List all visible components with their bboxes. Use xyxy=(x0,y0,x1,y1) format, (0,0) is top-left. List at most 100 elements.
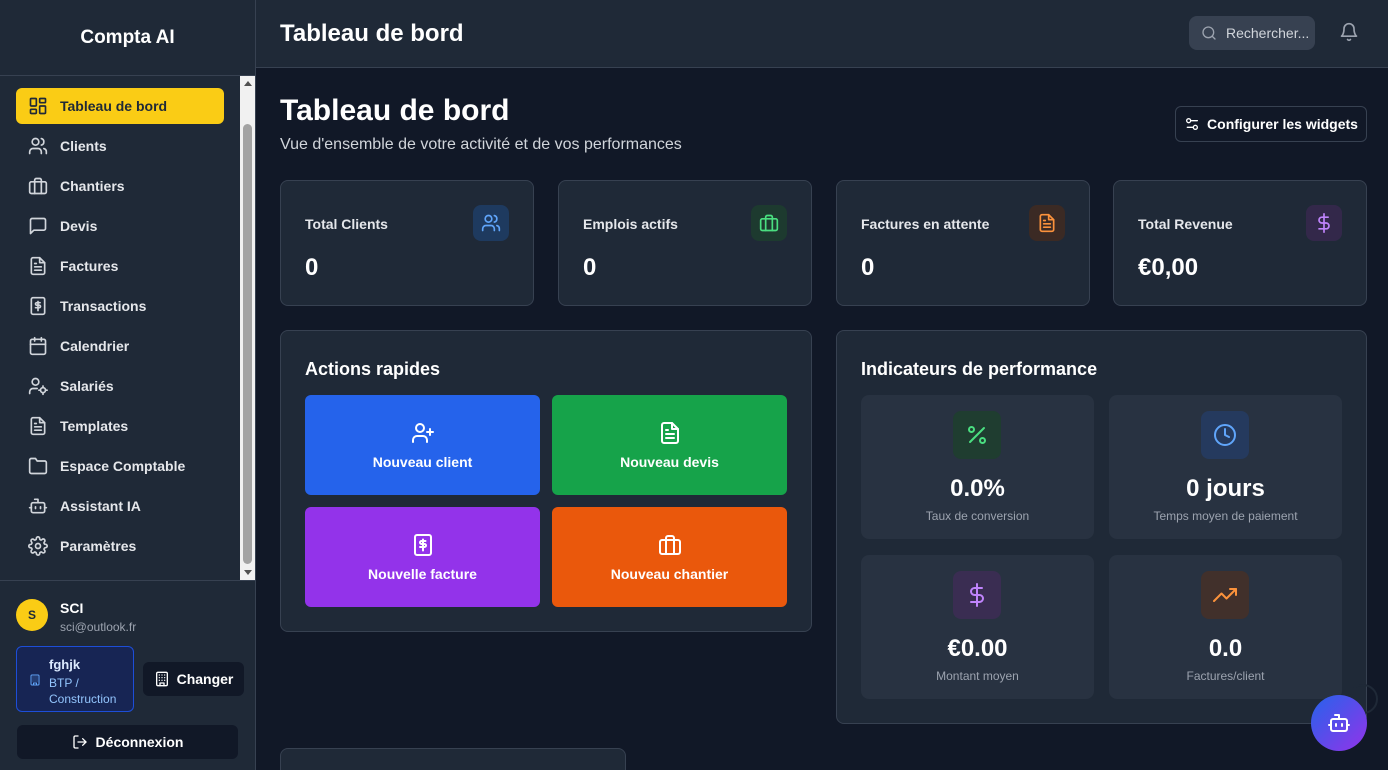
stat-card-clients: Total Clients 0 xyxy=(280,180,534,306)
kpi-icon-box xyxy=(1201,411,1249,459)
sidebar-item-parametres[interactable]: Paramètres xyxy=(16,528,224,564)
kpi-icon-box xyxy=(953,571,1001,619)
sidebar-item-clients[interactable]: Clients xyxy=(16,128,224,164)
stat-value: €0,00 xyxy=(1138,254,1199,281)
building-icon xyxy=(155,671,168,687)
sidebar-item-label: Calendrier xyxy=(60,338,130,354)
page-subtitle: Vue d'ensemble de votre activité et de v… xyxy=(280,136,682,153)
user-email: sci@outlook.fr xyxy=(60,620,137,634)
sidebar-item-label: Clients xyxy=(60,138,107,154)
new-quote-button[interactable]: Nouveau devis xyxy=(552,395,787,495)
sidebar-item-label: Tableau de bord xyxy=(60,98,168,114)
stat-label: Factures en attente xyxy=(861,216,990,232)
sidebar-item-label: Transactions xyxy=(60,298,147,314)
kpi-icon-box xyxy=(953,411,1001,459)
sidebar-item-espace-comptable[interactable]: Espace Comptable xyxy=(16,448,224,484)
new-client-button[interactable]: Nouveau client xyxy=(305,395,540,495)
kpi-label: Temps moyen de paiement xyxy=(1153,509,1298,523)
receipt-icon xyxy=(30,296,46,316)
stat-value: 0 xyxy=(583,254,597,281)
top-bar: Tableau de bord xyxy=(256,0,1388,68)
stat-label: Emplois actifs xyxy=(583,216,678,232)
log-out-icon xyxy=(72,735,87,749)
change-company-button[interactable]: Changer xyxy=(143,662,244,696)
action-label: Nouveau client xyxy=(372,453,473,470)
kpi-value: 0.0% xyxy=(950,475,1005,502)
bot-icon xyxy=(28,498,48,514)
sidebar-item-label: Salariés xyxy=(60,378,114,394)
sidebar-item-calendrier[interactable]: Calendrier xyxy=(16,328,224,364)
sidebar-nav: Tableau de bord Clients Chantiers Devis … xyxy=(0,76,240,580)
sidebar-item-factures[interactable]: Factures xyxy=(16,248,224,284)
sidebar-item-label: Chantiers xyxy=(60,178,125,194)
file-text-icon xyxy=(1039,213,1055,233)
company-card[interactable]: fghjk BTP / Construction xyxy=(16,646,134,712)
company-type: BTP / Construction xyxy=(49,676,117,706)
scroll-up-icon[interactable] xyxy=(240,76,255,91)
file-text-icon xyxy=(30,416,46,436)
scrollbar-thumb[interactable] xyxy=(243,124,252,564)
sidebar-item-label: Assistant IA xyxy=(60,498,141,514)
action-label: Nouveau chantier xyxy=(610,565,729,582)
sidebar-item-label: Devis xyxy=(60,218,98,234)
action-label: Nouveau devis xyxy=(620,453,719,470)
logout-button[interactable]: Déconnexion xyxy=(17,725,238,759)
sidebar-item-templates[interactable]: Templates xyxy=(16,408,224,444)
configure-widgets-label: Configurer les widgets xyxy=(1207,116,1358,132)
user-cog-icon xyxy=(28,377,48,396)
new-site-button[interactable]: Nouveau chantier xyxy=(552,507,787,607)
sidebar-item-devis[interactable]: Devis xyxy=(16,208,224,244)
quick-actions-panel: Actions rapides Nouveau client Nouveau d… xyxy=(280,330,812,632)
briefcase-icon xyxy=(759,214,779,232)
file-text-icon xyxy=(30,256,46,276)
kpi-label: Factures/client xyxy=(1186,669,1265,683)
sidebar-item-label: Factures xyxy=(60,258,119,274)
bottom-card xyxy=(280,748,626,770)
bell-icon[interactable] xyxy=(1339,22,1359,42)
sidebar-item-tableau-de-bord[interactable]: Tableau de bord xyxy=(16,88,224,124)
sidebar-scrollbar[interactable] xyxy=(240,76,255,580)
sliders-icon xyxy=(1186,118,1199,130)
search-input[interactable] xyxy=(1226,25,1310,41)
new-invoice-button[interactable]: Nouvelle facture xyxy=(305,507,540,607)
kpi-label: Taux de conversion xyxy=(925,509,1030,523)
kpi-value: 0.0 xyxy=(1208,635,1243,662)
kpi-value: €0.00 xyxy=(947,635,1008,662)
stat-icon-box xyxy=(473,205,509,241)
assistant-fab-button[interactable] xyxy=(1311,695,1367,751)
stat-label: Total Revenue xyxy=(1138,216,1233,232)
change-button-label: Changer xyxy=(176,671,234,687)
bot-icon xyxy=(1328,714,1350,732)
percent-icon xyxy=(968,426,986,444)
stat-value: 0 xyxy=(305,254,319,281)
stat-card-jobs: Emplois actifs 0 xyxy=(558,180,812,306)
avatar: S xyxy=(16,599,48,631)
brand-title: Compta AI xyxy=(0,0,255,76)
receipt-icon xyxy=(413,533,432,556)
kpi-invoices-per-client: 0.0 Factures/client xyxy=(1109,555,1342,699)
logout-label: Déconnexion xyxy=(95,734,184,750)
sidebar-item-assistant-ia[interactable]: Assistant IA xyxy=(16,488,224,524)
calendar-icon xyxy=(29,336,47,356)
header-title: Tableau de bord xyxy=(280,20,464,47)
search-box[interactable] xyxy=(1189,16,1315,50)
kpi-icon-box xyxy=(1201,571,1249,619)
sidebar-item-salaries[interactable]: Salariés xyxy=(16,368,224,404)
sidebar: Compta AI Tableau de bord Clients Chanti… xyxy=(0,0,256,770)
folder-icon xyxy=(28,457,48,475)
dollar-icon xyxy=(1318,213,1330,233)
sidebar-item-transactions[interactable]: Transactions xyxy=(16,288,224,324)
sidebar-item-chantiers[interactable]: Chantiers xyxy=(16,168,224,204)
scroll-down-icon[interactable] xyxy=(240,565,255,580)
stat-card-revenue: Total Revenue €0,00 xyxy=(1113,180,1367,306)
users-icon xyxy=(481,214,501,232)
user-name: SCI xyxy=(60,600,84,616)
user-plus-icon xyxy=(411,422,434,443)
briefcase-icon xyxy=(28,177,48,195)
dollar-icon xyxy=(970,583,984,607)
sidebar-item-label: Paramètres xyxy=(60,538,137,554)
action-label: Nouvelle facture xyxy=(368,565,477,582)
settings-icon xyxy=(28,536,48,556)
sidebar-item-label: Espace Comptable xyxy=(60,458,186,474)
configure-widgets-button[interactable]: Configurer les widgets xyxy=(1175,106,1367,142)
